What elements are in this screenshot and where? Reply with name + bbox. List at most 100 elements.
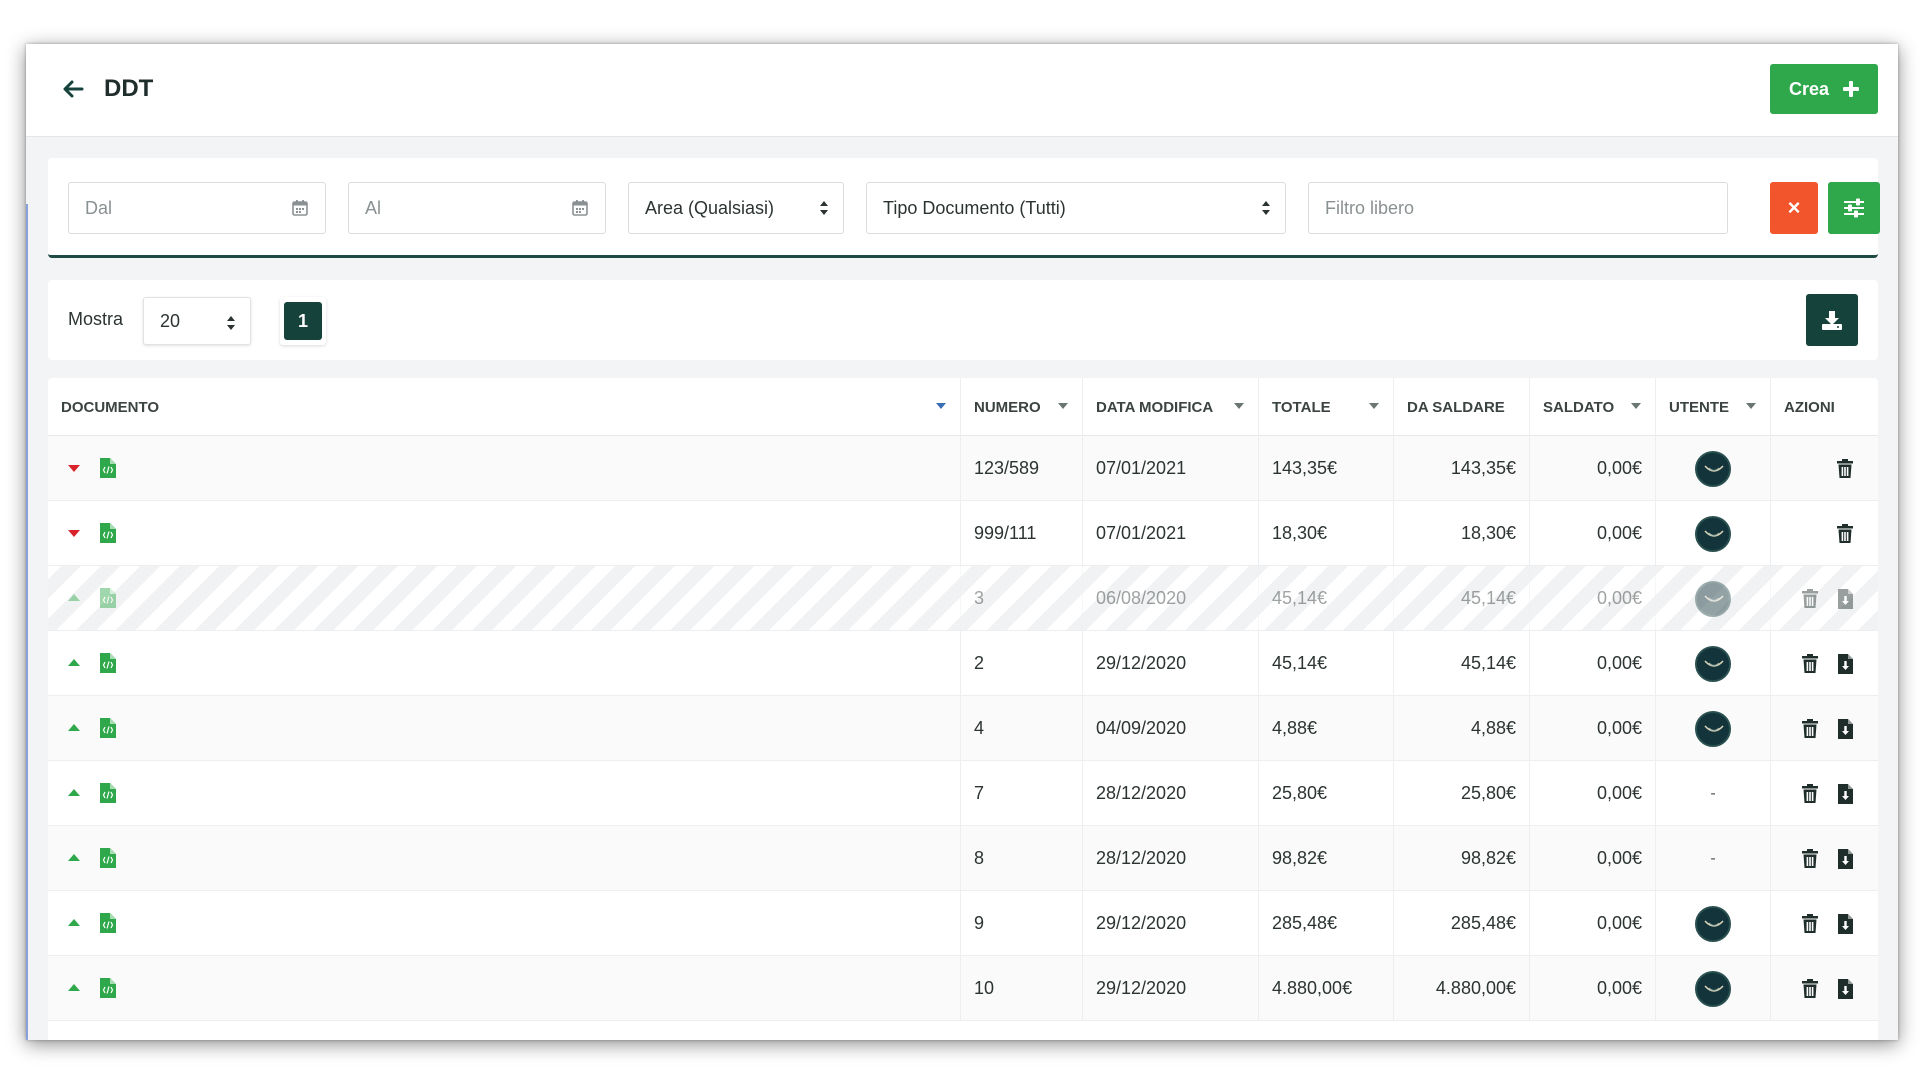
file-export-icon[interactable] xyxy=(1837,913,1854,934)
area-select[interactable]: Area (Qualsiasi) xyxy=(628,182,844,234)
sort-caret-icon xyxy=(1058,403,1068,409)
data-cell: 28/12/2020 xyxy=(1082,826,1258,891)
free-filter-input[interactable]: Filtro libero xyxy=(1308,182,1728,234)
row-actions xyxy=(1771,653,1878,674)
file-export-icon[interactable] xyxy=(1837,783,1854,804)
empty-user-dash: - xyxy=(1710,849,1716,867)
download-button[interactable] xyxy=(1806,294,1858,346)
clear-filters-button[interactable]: × xyxy=(1770,182,1818,234)
area-select-value: Area (Qualsiasi) xyxy=(645,197,775,218)
trash-icon[interactable] xyxy=(1801,588,1819,609)
page-header: DDT Crea xyxy=(26,44,1898,137)
app-window: DDT Crea Dal Al Area (Qualsiasi) Tipo Do… xyxy=(26,44,1898,1040)
column-da-saldare[interactable]: DA SALDARE xyxy=(1393,378,1529,436)
xml-document-icon[interactable] xyxy=(100,588,116,608)
xml-document-icon[interactable] xyxy=(100,653,116,673)
table-row[interactable]: 999/111 07/01/2021 18,30€ 18,30€ 0,00€ xyxy=(48,501,1878,566)
table-row[interactable]: 4 04/09/2020 4,88€ 4,88€ 0,00€ xyxy=(48,696,1878,761)
column-label: UTENTE xyxy=(1669,398,1729,416)
numero-cell: 8 xyxy=(960,826,1082,891)
expand-caret-icon[interactable] xyxy=(68,659,80,666)
document-type-select[interactable]: Tipo Documento (Tutti) xyxy=(866,182,1286,234)
avatar xyxy=(1695,905,1731,942)
xml-document-icon[interactable] xyxy=(100,718,116,738)
create-button[interactable]: Crea xyxy=(1770,64,1878,114)
user-cell xyxy=(1655,696,1770,761)
trash-icon[interactable] xyxy=(1836,458,1854,479)
document-cell xyxy=(48,631,960,696)
xml-document-icon[interactable] xyxy=(100,978,116,998)
table-row[interactable]: 2 29/12/2020 45,14€ 45,14€ 0,00€ xyxy=(48,631,1878,696)
expand-caret-icon[interactable] xyxy=(68,919,80,926)
back-arrow-icon[interactable] xyxy=(60,76,86,102)
table-row[interactable]: 3 06/08/2020 45,14€ 45,14€ 0,00€ xyxy=(48,566,1878,631)
data-cell: 06/08/2020 xyxy=(1082,566,1258,631)
data-cell: 07/01/2021 xyxy=(1082,501,1258,566)
actions-cell xyxy=(1770,696,1878,761)
date-to-input[interactable]: Al xyxy=(348,182,606,234)
document-cell xyxy=(48,696,960,761)
row-actions xyxy=(1771,913,1878,934)
row-actions xyxy=(1771,783,1878,804)
avatar xyxy=(1695,645,1731,682)
user-cell xyxy=(1655,566,1770,631)
file-export-icon[interactable] xyxy=(1837,588,1854,609)
table-row[interactable]: 10 29/12/2020 4.880,00€ 4.880,00€ 0,00€ xyxy=(48,956,1878,1021)
advanced-filters-button[interactable] xyxy=(1828,182,1880,234)
table-row[interactable]: 8 28/12/2020 98,82€ 98,82€ 0,00€ - xyxy=(48,826,1878,891)
table-row[interactable]: 9 29/12/2020 285,48€ 285,48€ 0,00€ xyxy=(48,891,1878,956)
sort-caret-icon xyxy=(936,403,946,409)
expand-caret-icon[interactable] xyxy=(68,984,80,991)
saldato-cell: 0,00€ xyxy=(1529,436,1655,501)
expand-caret-icon[interactable] xyxy=(68,530,80,537)
trash-icon[interactable] xyxy=(1801,718,1819,739)
table-row[interactable]: 7 28/12/2020 25,80€ 25,80€ 0,00€ - xyxy=(48,761,1878,826)
user-cell xyxy=(1655,631,1770,696)
page-size-select[interactable]: 20 xyxy=(143,297,251,345)
table-row[interactable]: 123/589 07/01/2021 143,35€ 143,35€ 0,00€ xyxy=(48,436,1878,501)
create-button-label: Crea xyxy=(1788,78,1830,99)
plus-icon xyxy=(1843,81,1860,97)
column-documento[interactable]: DOCUMENTO xyxy=(48,378,960,436)
expand-caret-icon[interactable] xyxy=(68,724,80,731)
xml-document-icon[interactable] xyxy=(100,458,116,478)
column-totale[interactable]: TOTALE xyxy=(1258,378,1393,436)
saldato-cell: 0,00€ xyxy=(1529,826,1655,891)
sort-caret-icon xyxy=(1234,403,1244,409)
document-cell xyxy=(48,566,960,631)
file-export-icon[interactable] xyxy=(1837,653,1854,674)
column-utente[interactable]: UTENTE xyxy=(1655,378,1770,436)
column-label: DOCUMENTO xyxy=(61,398,160,416)
column-saldato[interactable]: SALDATO xyxy=(1529,378,1655,436)
xml-document-icon[interactable] xyxy=(100,783,116,803)
avatar xyxy=(1695,450,1731,487)
file-export-icon[interactable] xyxy=(1837,978,1854,999)
trash-icon[interactable] xyxy=(1801,978,1819,999)
trash-icon[interactable] xyxy=(1801,783,1819,804)
expand-caret-icon[interactable] xyxy=(68,465,80,472)
calendar-icon[interactable] xyxy=(291,199,309,217)
date-from-input[interactable]: Dal xyxy=(68,182,326,234)
xml-document-icon[interactable] xyxy=(100,523,116,543)
actions-cell xyxy=(1770,631,1878,696)
page-button-1[interactable]: 1 xyxy=(284,302,322,340)
trash-icon[interactable] xyxy=(1801,653,1819,674)
expand-caret-icon[interactable] xyxy=(68,854,80,861)
totale-cell: 45,14€ xyxy=(1258,631,1393,696)
documents-table: DOCUMENTO NUMERO DATA MODIFICA TOTALE DA… xyxy=(48,378,1878,1040)
expand-caret-icon[interactable] xyxy=(68,789,80,796)
xml-document-icon[interactable] xyxy=(100,913,116,933)
file-export-icon[interactable] xyxy=(1837,718,1854,739)
trash-icon[interactable] xyxy=(1801,913,1819,934)
file-export-icon[interactable] xyxy=(1837,848,1854,869)
trash-icon[interactable] xyxy=(1836,523,1854,544)
column-data-modifica[interactable]: DATA MODIFICA xyxy=(1082,378,1258,436)
column-numero[interactable]: NUMERO xyxy=(960,378,1082,436)
calendar-icon[interactable] xyxy=(571,199,589,217)
saldato-cell: 0,00€ xyxy=(1529,956,1655,1021)
saldato-cell: 0,00€ xyxy=(1529,891,1655,956)
trash-icon[interactable] xyxy=(1801,848,1819,869)
avatar xyxy=(1695,580,1731,617)
expand-caret-icon[interactable] xyxy=(68,594,80,601)
xml-document-icon[interactable] xyxy=(100,848,116,868)
